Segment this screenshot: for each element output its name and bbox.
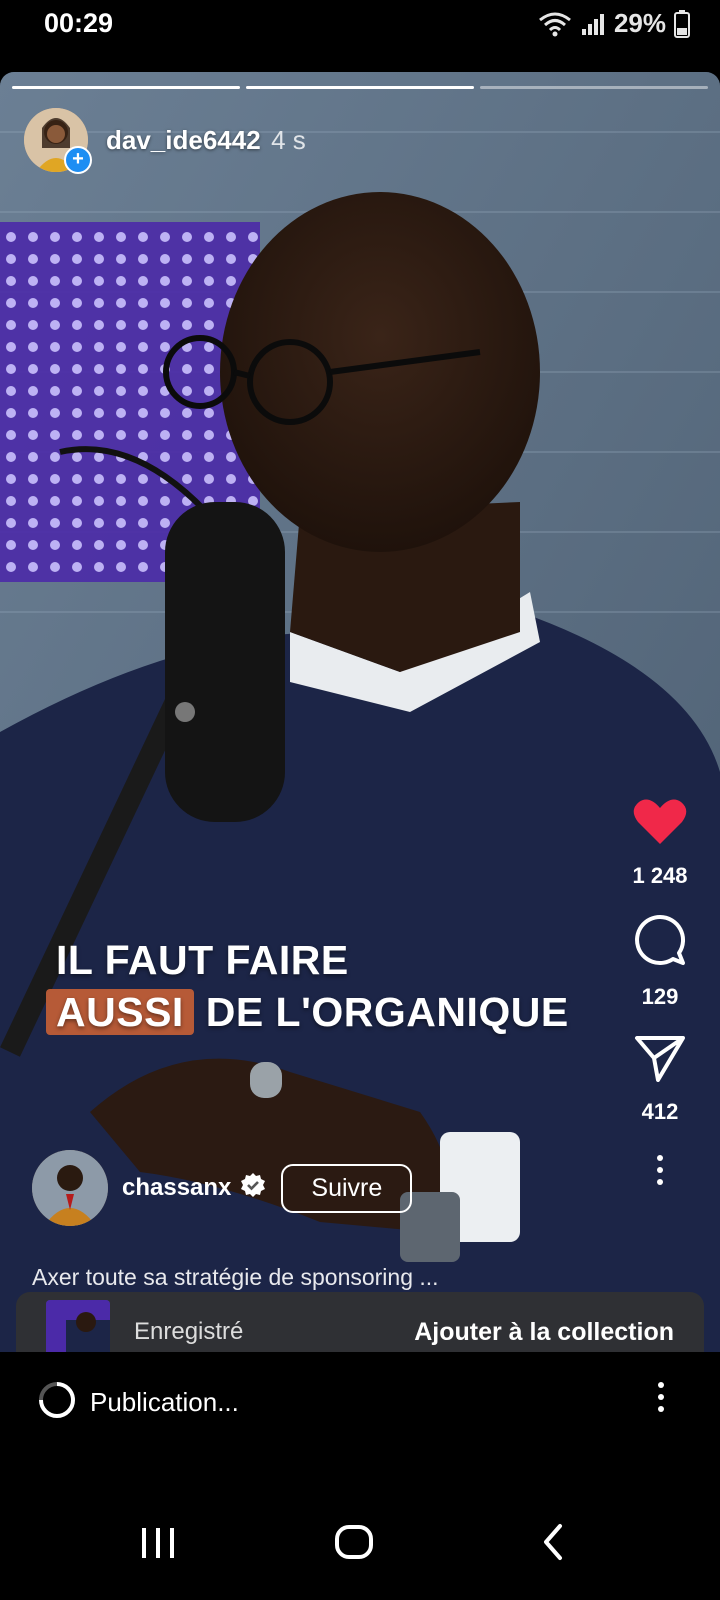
like-button[interactable]: 1 248 (632, 798, 688, 913)
share-button[interactable]: 412 (634, 1034, 686, 1149)
progress-segment-3 (480, 86, 708, 89)
recents-icon[interactable] (140, 1522, 176, 1567)
story-viewer[interactable]: + dav_ide6442 4 s IL FAUT FAIRE AUSSI DE… (0, 72, 720, 1352)
caption-line-2-rest: DE L'ORGANIQUE (193, 989, 569, 1035)
more-icon[interactable] (657, 1155, 663, 1185)
story-time-ago: 4 s (271, 124, 306, 155)
status-icons: 29% (538, 8, 690, 39)
follow-button[interactable]: Suivre (281, 1163, 413, 1213)
add-follow-plus-icon[interactable]: + (64, 146, 92, 174)
caption-line-1: IL FAUT FAIRE (56, 937, 349, 983)
add-to-collection-button[interactable]: Ajouter à la collection (414, 1318, 674, 1347)
more-icon[interactable] (658, 1382, 664, 1412)
like-count: 1 248 (632, 863, 688, 888)
poster-username[interactable]: dav_ide6442 (106, 125, 261, 155)
share-count: 412 (641, 1099, 679, 1124)
progress-segment-1 (12, 86, 240, 89)
wifi-icon (538, 11, 572, 37)
saved-label: Enregistré (134, 1318, 244, 1345)
saved-post-thumbnail (46, 1300, 110, 1352)
reel-author-name[interactable]: chassanx (122, 1174, 231, 1202)
home-icon[interactable] (334, 1522, 374, 1567)
video-caption-overlay: IL FAUT FAIRE AUSSI DE L'ORGANIQUE (46, 934, 569, 1038)
caption-line-2: AUSSI DE L'ORGANIQUE (46, 986, 569, 1038)
signal-icon (580, 11, 606, 37)
spinner-icon (38, 1381, 76, 1424)
reel-author: chassanx Suivre (32, 1150, 413, 1226)
comment-icon[interactable] (633, 913, 687, 972)
share-icon[interactable] (634, 1034, 686, 1087)
heart-icon[interactable] (633, 798, 687, 851)
back-icon[interactable] (540, 1522, 566, 1567)
verified-icon (239, 1172, 267, 1205)
reel-actions: 1 248 129 412 (630, 798, 690, 1185)
battery-percent: 29% (613, 8, 666, 38)
system-nav-bar (0, 1500, 720, 1600)
caption-highlight: AUSSI (46, 989, 194, 1035)
comment-count: 129 (641, 984, 679, 1009)
story-poster[interactable]: + dav_ide6442 4 s (24, 108, 306, 174)
status-bar: 00:29 29% (0, 0, 720, 52)
avatar[interactable]: + (24, 108, 92, 174)
avatar[interactable] (32, 1150, 108, 1226)
story-progress-bar (12, 86, 708, 89)
saved-toast: Enregistré Ajouter à la collection (16, 1292, 704, 1352)
reel-description[interactable]: Axer toute sa stratégie de sponsoring ..… (32, 1264, 439, 1291)
battery-icon (674, 9, 690, 38)
publishing-status: Publication... (90, 1386, 239, 1417)
status-time: 00:29 (44, 8, 114, 38)
publish-bar: Publication... (0, 1352, 720, 1452)
comment-button[interactable]: 129 (633, 913, 687, 1034)
progress-segment-2 (246, 86, 474, 89)
